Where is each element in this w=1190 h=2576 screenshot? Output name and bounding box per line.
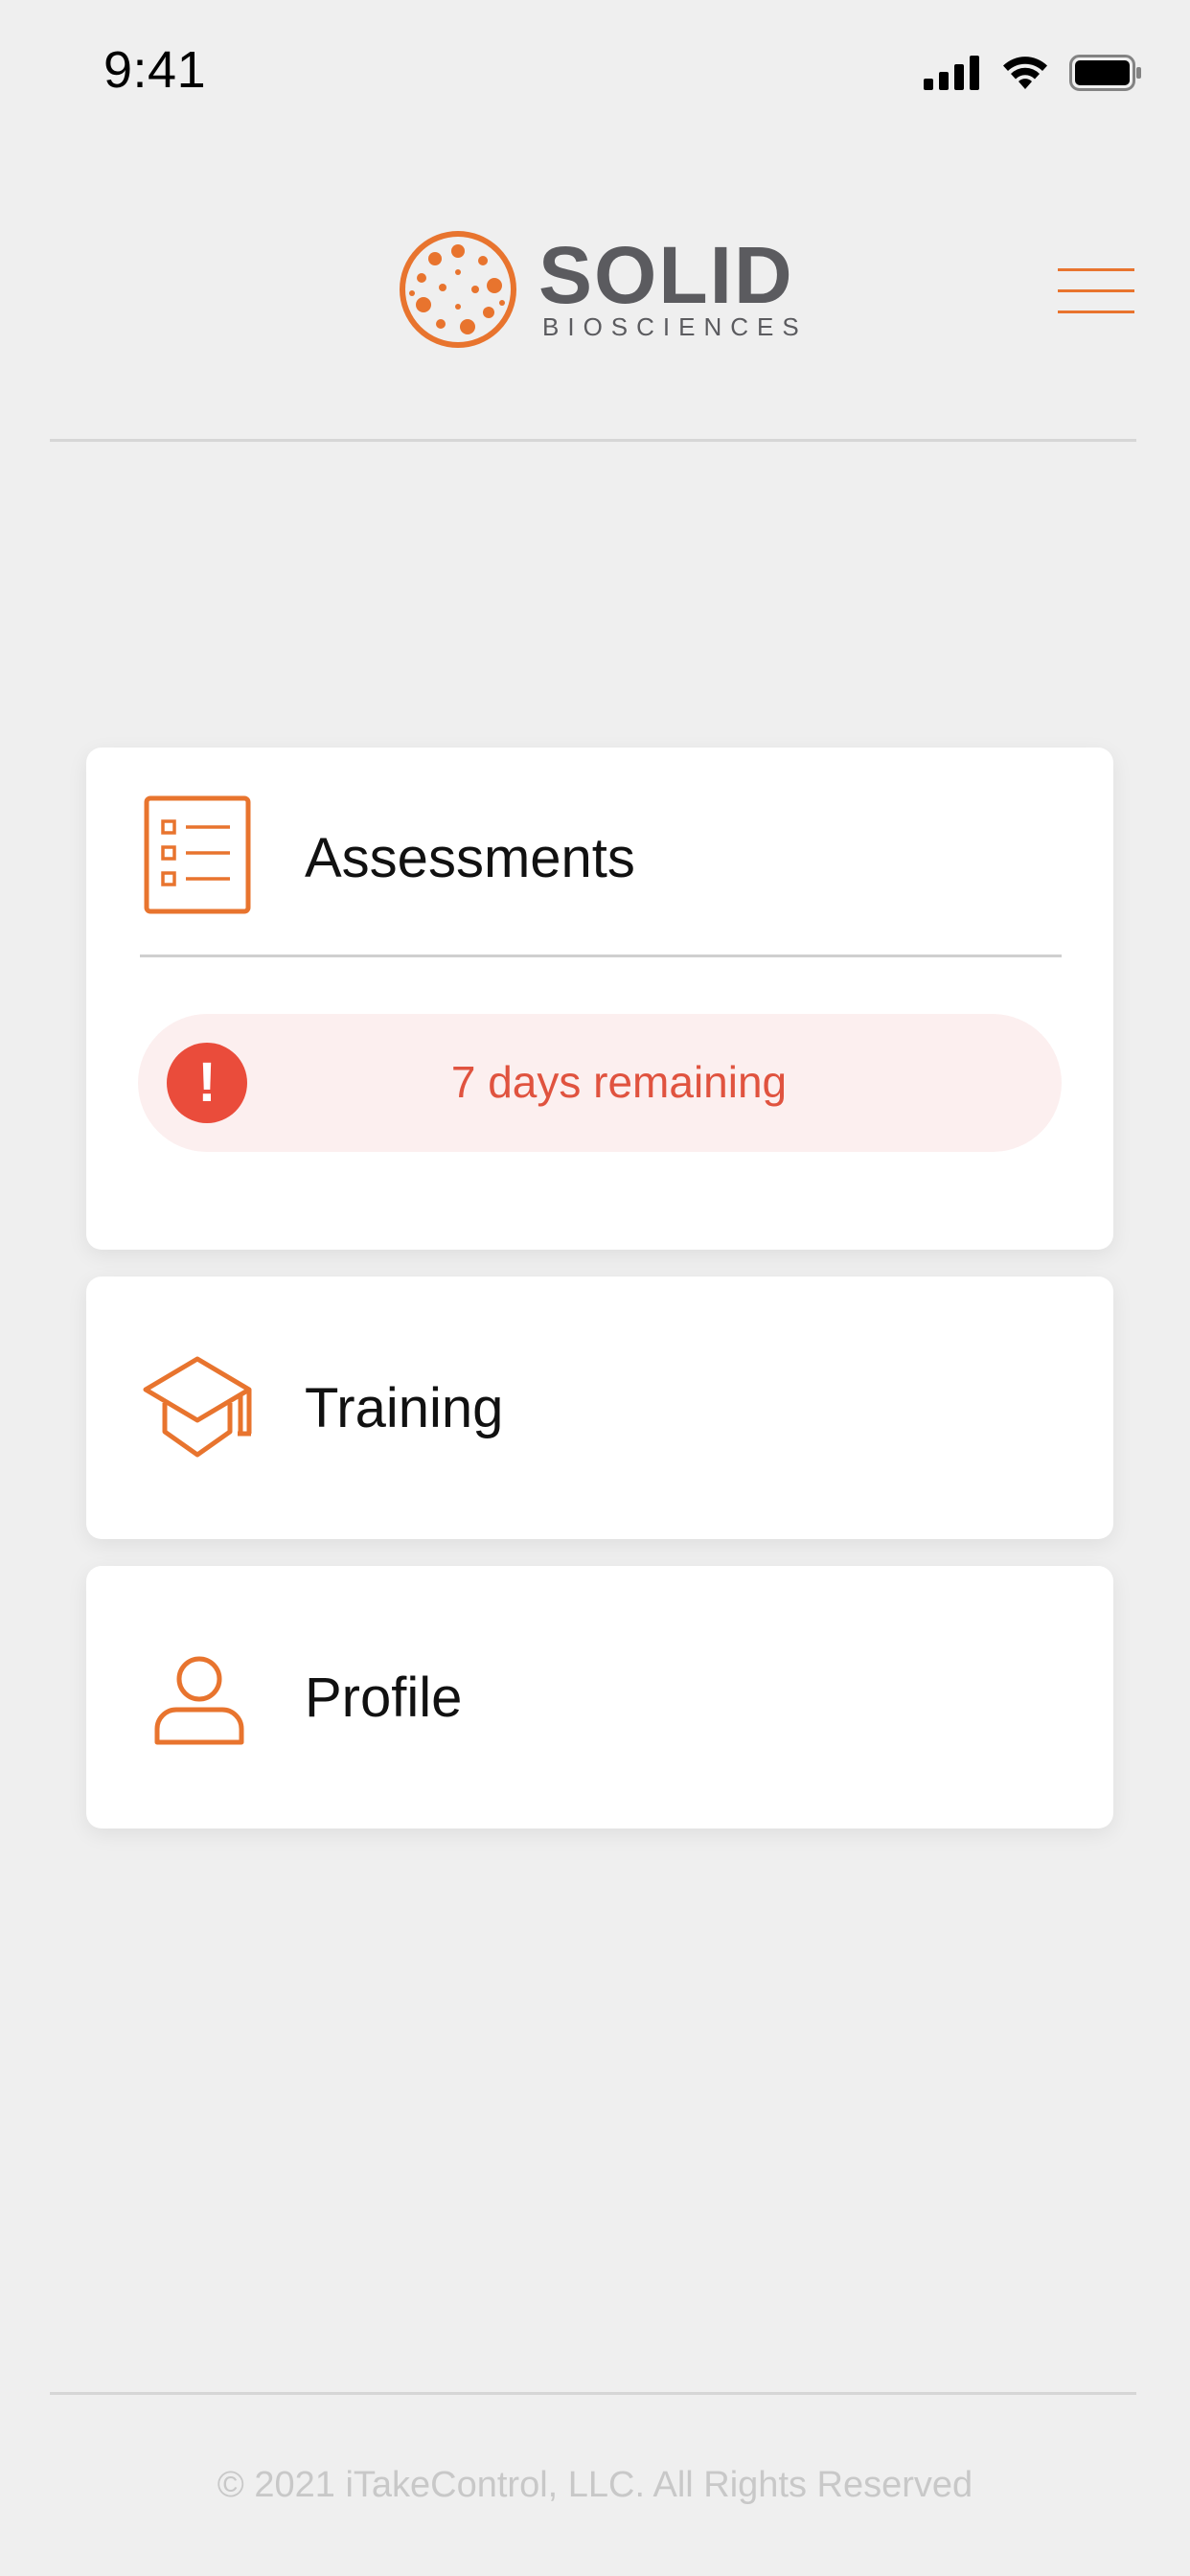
battery-icon xyxy=(1069,55,1141,91)
profile-card[interactable]: Profile xyxy=(86,1566,1113,1828)
header-divider xyxy=(50,439,1136,442)
person-icon xyxy=(154,1656,244,1745)
logo-wordmark: SOLID BIOSCIENCES xyxy=(538,230,808,341)
training-label: Training xyxy=(305,1377,504,1439)
logo-sub-text: BIOSCIENCES xyxy=(542,312,808,341)
footer-divider xyxy=(50,2392,1136,2395)
menu-button[interactable] xyxy=(1052,264,1134,318)
deadline-alert: ! 7 days remaining xyxy=(138,1014,1062,1152)
home-screen: 9:41 SOLID BIOSCIENCES Assessments ! 7 d… xyxy=(0,0,1190,2576)
assessments-card[interactable]: Assessments ! 7 days remaining xyxy=(86,748,1113,1250)
training-card[interactable]: Training xyxy=(86,1276,1113,1539)
checklist-icon xyxy=(144,795,251,914)
status-icons xyxy=(924,54,1142,92)
logo-main-text: SOLID xyxy=(538,230,794,320)
card-divider xyxy=(140,954,1062,957)
profile-label: Profile xyxy=(305,1667,463,1729)
brand-logo: SOLID BIOSCIENCES xyxy=(399,230,808,349)
graduation-cap-icon xyxy=(143,1356,252,1458)
cellular-signal-icon xyxy=(924,56,979,90)
status-time: 9:41 xyxy=(103,41,207,99)
copyright-text: © 2021 iTakeControl, LLC. All Rights Res… xyxy=(217,2465,973,2505)
assessments-label: Assessments xyxy=(305,827,635,889)
wifi-icon xyxy=(1003,57,1047,89)
alert-text: 7 days remaining xyxy=(450,1057,788,1107)
solid-logo-icon xyxy=(400,231,516,348)
